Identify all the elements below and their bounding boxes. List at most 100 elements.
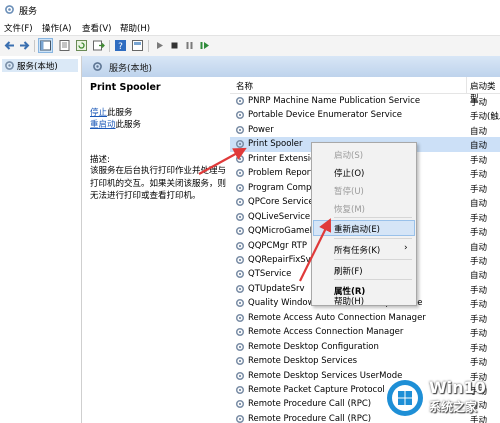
menu-separator xyxy=(334,238,412,239)
tree-item-services-local[interactable]: 服务(本地) xyxy=(2,59,78,72)
service-gear-icon xyxy=(235,111,245,120)
service-startup-type: 手动 xyxy=(470,329,488,340)
restart-icon[interactable] xyxy=(198,39,211,52)
forward-icon[interactable] xyxy=(18,39,31,52)
title-bar: 服务 xyxy=(0,0,500,20)
menu-item-start[interactable]: 启动(S) xyxy=(314,147,414,161)
service-gear-icon xyxy=(235,400,245,409)
description-label: 描述: xyxy=(90,155,110,165)
service-name: Print Spooler xyxy=(248,139,303,150)
column-divider[interactable] xyxy=(466,77,467,93)
stop-service-line: 停止此服务 xyxy=(90,106,133,118)
menu-action[interactable]: 操作(A) xyxy=(42,22,71,34)
console-tree: 服务(本地) xyxy=(0,56,82,423)
menu-item-label: 恢复(M) xyxy=(334,205,365,215)
menu-item-resume[interactable]: 恢复(M) xyxy=(314,201,414,215)
back-icon[interactable] xyxy=(3,39,16,52)
service-startup-type: 手动 xyxy=(470,228,488,239)
service-startup-type: 手动 xyxy=(470,155,488,166)
services-header: 服务(本地) xyxy=(82,56,500,78)
menu-view[interactable]: 查看(V) xyxy=(82,22,111,34)
service-name: Remote Procedure Call (RPC) xyxy=(248,413,372,423)
tree-item-label: 服务(本地) xyxy=(17,62,58,72)
service-title: Print Spooler xyxy=(90,82,161,93)
service-startup-type: 手动 xyxy=(470,300,488,311)
service-startup-type: 手动 xyxy=(470,256,488,267)
service-gear-icon xyxy=(235,212,245,221)
service-gear-icon xyxy=(235,313,245,322)
service-name: Remote Procedure Call (RPC) xyxy=(248,399,372,410)
service-row[interactable]: Remote Access Auto Connection Manager 手动 xyxy=(230,311,500,326)
sort-ascending-icon: ⌃ xyxy=(344,77,352,84)
menu-item-label: 所有任务(K) xyxy=(334,246,381,256)
description-pane: Print Spooler 停止此服务 重启动此服务 描述: 该服务在后台执行打… xyxy=(82,77,230,423)
menu-separator xyxy=(334,259,412,260)
service-startup-type: 手动 xyxy=(470,358,488,369)
service-name: QPCore Service xyxy=(248,197,314,208)
service-name: PNRP Machine Name Publication Service xyxy=(248,96,421,106)
service-row[interactable]: Remote Desktop Services 手动 xyxy=(230,354,500,369)
win10-logo-icon xyxy=(387,380,423,416)
menu-item-refresh[interactable]: 刷新(F) xyxy=(314,263,414,277)
menu-item-stop[interactable]: 停止(O) xyxy=(314,165,414,179)
restart-service-suffix: 此服务 xyxy=(115,120,142,130)
help-icon[interactable]: ? xyxy=(114,39,127,52)
service-gear-icon xyxy=(235,226,245,236)
service-startup-type: 自动 xyxy=(470,126,488,137)
service-gear-icon xyxy=(235,198,245,207)
context-menu: 启动(S) 停止(O) 暂停(U) 恢复(M) 重新启动(E) 所有任务(K) › 刷新(F)… xyxy=(311,142,417,307)
service-row[interactable]: PNRP Machine Name Publication Service 手动 xyxy=(230,94,500,109)
mmc-icon[interactable] xyxy=(131,39,144,52)
watermark: Win10 系统之家 xyxy=(385,375,500,423)
service-gear-icon xyxy=(235,342,245,351)
restart-service-line: 重启动此服务 xyxy=(90,118,141,130)
menu-file[interactable]: 文件(F) xyxy=(4,22,33,34)
service-startup-type: 自动 xyxy=(470,242,488,253)
menu-item-label: 帮助(H) xyxy=(334,297,365,307)
menu-item-help[interactable]: 帮助(H) xyxy=(314,293,414,307)
menu-separator xyxy=(334,217,412,218)
service-startup-type: 手动 xyxy=(470,170,488,181)
menu-help[interactable]: 帮助(H) xyxy=(120,22,150,34)
menu-item-all-tasks[interactable]: 所有任务(K) › xyxy=(314,242,414,256)
service-name: Remote Packet Capture Protocol xyxy=(248,385,385,395)
service-name: QQRepairFixSvc xyxy=(248,254,316,265)
export-icon[interactable] xyxy=(92,39,105,52)
service-name: Remote Desktop Services UserMode xyxy=(248,370,403,381)
service-startup-type: 手动 xyxy=(470,98,488,108)
restart-service-link[interactable]: 重启动 xyxy=(90,120,116,130)
service-startup-type: 自动 xyxy=(470,141,488,152)
refresh-icon[interactable] xyxy=(75,39,88,52)
service-row[interactable]: Portable Device Enumerator Service 手动(触发 xyxy=(230,108,500,123)
services-header-label: 服务(本地) xyxy=(109,64,153,74)
menu-item-restart[interactable]: 重新启动(E) xyxy=(313,220,415,236)
service-gear-icon xyxy=(235,255,245,264)
service-gear-icon xyxy=(235,299,245,308)
service-gear-icon xyxy=(235,328,245,337)
play-icon[interactable] xyxy=(153,39,166,52)
stop-service-link[interactable]: 停止 xyxy=(90,108,107,118)
menu-item-pause[interactable]: 暂停(U) xyxy=(314,183,414,197)
service-gear-icon xyxy=(235,357,245,366)
service-name: QTService xyxy=(248,269,292,280)
service-row[interactable]: Remote Desktop Configuration 手动 xyxy=(230,340,500,355)
toolbar: ? xyxy=(0,35,500,57)
console-tree-icon[interactable] xyxy=(38,38,53,53)
service-gear-icon xyxy=(235,154,245,163)
properties-icon[interactable] xyxy=(58,39,71,52)
service-gear-icon xyxy=(235,371,245,380)
service-row[interactable]: Power 自动 xyxy=(230,123,500,138)
service-row[interactable]: Remote Access Connection Manager 手动 xyxy=(230,325,500,340)
service-name: Remote Desktop Services xyxy=(248,356,358,367)
pause-icon[interactable] xyxy=(183,39,196,52)
service-startup-type: 手动 xyxy=(470,285,488,296)
gear-icon xyxy=(93,62,102,71)
service-name: QQPCMgr RTP xyxy=(248,240,307,251)
stop-icon[interactable] xyxy=(168,39,181,52)
column-header-name[interactable]: 名称 xyxy=(236,80,253,92)
service-name: QTUpdateSrv xyxy=(248,283,305,294)
service-gear-icon xyxy=(235,385,245,395)
service-startup-type: 手动 xyxy=(470,314,488,325)
service-gear-icon xyxy=(235,284,245,293)
service-gear-icon xyxy=(235,241,245,250)
